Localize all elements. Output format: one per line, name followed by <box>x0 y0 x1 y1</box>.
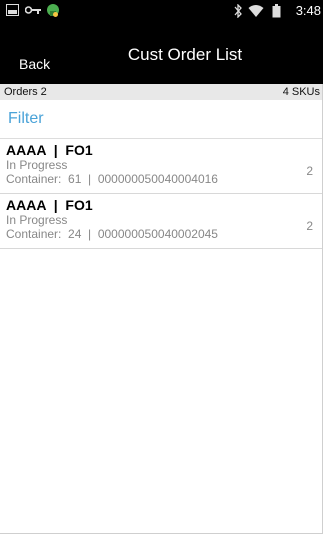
filter-row: Filter <box>0 100 323 139</box>
android-notification-icon <box>47 4 59 17</box>
page-title: Cust Order List <box>127 45 243 64</box>
back-button[interactable]: Back <box>19 56 50 72</box>
order-container: Container: 61 | 000000050040004016 <box>6 172 218 186</box>
order-container: Container: 24 | 000000050040002045 <box>6 227 218 241</box>
order-title: AAAA | FO1 <box>6 142 93 158</box>
order-status: In Progress <box>6 158 68 172</box>
sku-count: 4 SKUs <box>282 86 320 98</box>
order-row[interactable]: AAAA | FO1 In Progress Container: 24 | 0… <box>0 194 323 249</box>
order-list: AAAA | FO1 In Progress Container: 61 | 0… <box>0 139 323 249</box>
title-bar: Back Cust Order List <box>0 22 323 84</box>
image-notification-icon <box>6 4 19 16</box>
order-quantity: 2 <box>306 164 313 178</box>
status-bar: 3:48 <box>0 0 323 22</box>
order-status: In Progress <box>6 213 68 227</box>
key-icon <box>25 6 41 14</box>
battery-icon <box>272 4 281 18</box>
summary-bar: Orders 2 4 SKUs <box>0 84 323 100</box>
orders-count: Orders 2 <box>4 86 47 98</box>
wifi-icon <box>248 5 264 17</box>
order-quantity: 2 <box>306 219 313 233</box>
order-row[interactable]: AAAA | FO1 In Progress Container: 61 | 0… <box>0 139 323 194</box>
bluetooth-icon <box>234 4 242 18</box>
screen-bottom-divider <box>0 533 323 534</box>
order-title: AAAA | FO1 <box>6 197 93 213</box>
filter-button[interactable]: Filter <box>8 110 44 128</box>
clock: 3:48 <box>295 3 321 18</box>
